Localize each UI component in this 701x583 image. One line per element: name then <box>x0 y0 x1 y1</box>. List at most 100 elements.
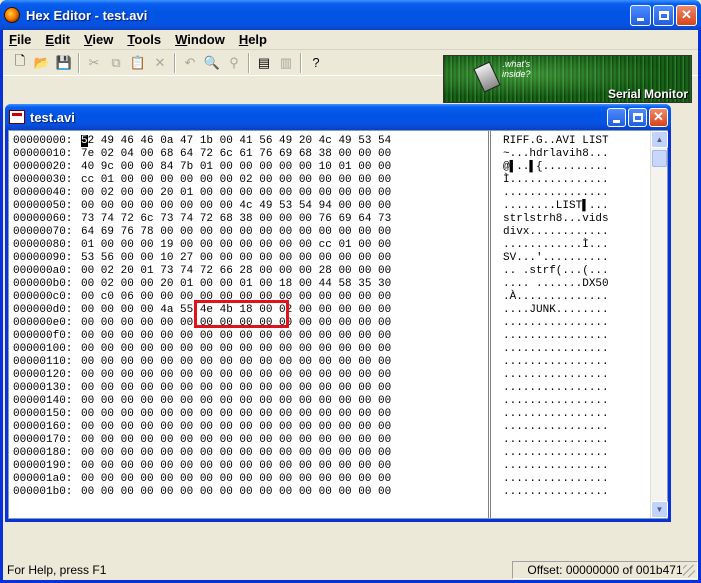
ascii-row[interactable]: ................ <box>503 317 643 330</box>
hex-row[interactable]: 00000040: 00 02 00 00 20 01 00 00 00 00 0… <box>13 187 483 200</box>
hex-row[interactable]: 000001a0: 00 00 00 00 00 00 00 00 00 00 0… <box>13 473 483 486</box>
ascii-row[interactable]: RIFF.G..AVI LIST <box>503 135 643 148</box>
hex-row[interactable]: 00000110: 00 00 00 00 00 00 00 00 00 00 0… <box>13 356 483 369</box>
hex-row[interactable]: 00000190: 00 00 00 00 00 00 00 00 00 00 0… <box>13 460 483 473</box>
hex-row[interactable]: 00000100: 00 00 00 00 00 00 00 00 00 00 0… <box>13 343 483 356</box>
row-hex-bytes[interactable]: 7e 02 04 00 68 64 72 6c 61 76 69 68 38 0… <box>81 148 481 161</box>
hex-row[interactable]: 00000030: cc 01 00 00 00 00 00 00 02 00 0… <box>13 174 483 187</box>
row-hex-bytes[interactable]: 53 56 00 00 10 27 00 00 00 00 00 00 00 0… <box>81 252 481 265</box>
ascii-row[interactable]: ............Ì... <box>503 239 643 252</box>
ascii-row[interactable]: ................ <box>503 369 643 382</box>
document-icon[interactable] <box>9 110 25 124</box>
ascii-row[interactable]: divx............ <box>503 226 643 239</box>
ascii-row[interactable]: .À.............. <box>503 291 643 304</box>
ascii-row[interactable]: ................ <box>503 434 643 447</box>
ascii-row[interactable]: ................ <box>503 486 643 499</box>
row-hex-bytes[interactable]: 00 00 00 00 00 00 00 00 4c 49 53 54 94 0… <box>81 200 481 213</box>
resize-grip[interactable] <box>683 565 695 577</box>
ascii-row[interactable]: ................ <box>503 447 643 460</box>
menu-window[interactable]: Window <box>175 32 225 47</box>
hex-row[interactable]: 000000a0: 00 02 20 01 73 74 72 66 28 00 0… <box>13 265 483 278</box>
hex-row[interactable]: 00000120: 00 00 00 00 00 00 00 00 00 00 0… <box>13 369 483 382</box>
row-hex-bytes[interactable]: 01 00 00 00 19 00 00 00 00 00 00 00 cc 0… <box>81 239 481 252</box>
hex-row[interactable]: 00000090: 53 56 00 00 10 27 00 00 00 00 0… <box>13 252 483 265</box>
ascii-row[interactable]: .... .......DX50 <box>503 278 643 291</box>
menu-tools[interactable]: Tools <box>127 32 161 47</box>
scroll-thumb[interactable] <box>652 150 667 167</box>
ascii-row[interactable]: strlstrh8...vids <box>503 213 643 226</box>
ascii-row[interactable]: ................ <box>503 187 643 200</box>
hex-view[interactable]: 00000000: 52 49 46 46 0a 47 1b 00 41 56 4… <box>8 130 668 519</box>
ascii-row[interactable]: .. .strf(...(... <box>503 265 643 278</box>
row-hex-bytes[interactable]: 00 02 00 00 20 01 00 00 01 00 18 00 44 5… <box>81 278 481 291</box>
undo-button[interactable]: ↶ <box>179 52 201 74</box>
ascii-row[interactable]: ................ <box>503 460 643 473</box>
ascii-row[interactable]: ................ <box>503 473 643 486</box>
row-hex-bytes[interactable]: 00 00 00 00 00 00 00 00 00 00 00 00 00 0… <box>81 395 481 408</box>
row-hex-bytes[interactable]: 73 74 72 6c 73 74 72 68 38 00 00 00 76 6… <box>81 213 481 226</box>
hex-row[interactable]: 000000b0: 00 02 00 00 20 01 00 00 01 00 1… <box>13 278 483 291</box>
new-button[interactable]: 🗋 <box>9 52 31 74</box>
hex-row[interactable]: 00000080: 01 00 00 00 19 00 00 00 00 00 0… <box>13 239 483 252</box>
menu-help[interactable]: Help <box>239 32 267 47</box>
ascii-row[interactable]: ................ <box>503 382 643 395</box>
row-hex-bytes[interactable]: 00 00 00 00 00 00 00 00 00 00 00 00 00 0… <box>81 473 481 486</box>
ascii-row[interactable]: ................ <box>503 395 643 408</box>
ascii-row[interactable]: ................ <box>503 408 643 421</box>
row-hex-bytes[interactable]: 00 00 00 00 00 00 00 00 00 00 00 00 00 0… <box>81 382 481 395</box>
menu-view[interactable]: View <box>84 32 113 47</box>
delete-button[interactable]: ✕ <box>149 52 171 74</box>
ascii-row[interactable]: ~...hdrlavih8... <box>503 148 643 161</box>
row-hex-bytes[interactable]: 00 00 00 00 00 00 00 00 00 00 00 00 00 0… <box>81 421 481 434</box>
row-hex-bytes[interactable]: 00 00 00 00 00 00 00 00 00 00 00 00 00 0… <box>81 486 481 499</box>
row-hex-bytes[interactable]: 00 02 20 01 73 74 72 66 28 00 00 00 28 0… <box>81 265 481 278</box>
ascii-pane[interactable]: RIFF.G..AVI LIST ~...hdrlavih8... @▌..▌{..… <box>503 135 643 509</box>
hex-row[interactable]: 00000140: 00 00 00 00 00 00 00 00 00 00 0… <box>13 395 483 408</box>
hex-row[interactable]: 000000f0: 00 00 00 00 00 00 00 00 00 00 0… <box>13 330 483 343</box>
hex-row[interactable]: 00000020: 40 9c 00 00 84 7b 01 00 00 00 0… <box>13 161 483 174</box>
row-hex-bytes[interactable]: 64 69 76 78 00 00 00 00 00 00 00 00 00 0… <box>81 226 481 239</box>
hex-row[interactable]: 00000010: 7e 02 04 00 68 64 72 6c 61 76 6… <box>13 148 483 161</box>
ascii-row[interactable]: @▌..▌{.......... <box>503 161 643 174</box>
hex-row[interactable]: 00000060: 73 74 72 6c 73 74 72 68 38 00 0… <box>13 213 483 226</box>
doc-minimize-button[interactable] <box>607 107 626 127</box>
hex-row[interactable]: 00000070: 64 69 76 78 00 00 00 00 00 00 0… <box>13 226 483 239</box>
ascii-row[interactable]: ................ <box>503 356 643 369</box>
row-hex-bytes[interactable]: cc 01 00 00 00 00 00 00 02 00 00 00 00 0… <box>81 174 481 187</box>
hex-row[interactable]: 00000000: 52 49 46 46 0a 47 1b 00 41 56 4… <box>13 135 483 148</box>
ascii-row[interactable]: ................ <box>503 330 643 343</box>
menu-edit[interactable]: Edit <box>45 32 70 47</box>
serial-monitor-banner[interactable]: .what's inside? Serial Monitor <box>443 55 692 103</box>
hex-row[interactable]: 00000150: 00 00 00 00 00 00 00 00 00 00 0… <box>13 408 483 421</box>
row-hex-bytes[interactable]: 00 00 00 00 00 00 00 00 00 00 00 00 00 0… <box>81 460 481 473</box>
hex-row[interactable]: 000001b0: 00 00 00 00 00 00 00 00 00 00 0… <box>13 486 483 499</box>
row-hex-bytes[interactable]: 00 02 00 00 20 01 00 00 00 00 00 00 00 0… <box>81 187 481 200</box>
row-hex-bytes[interactable]: 40 9c 00 00 84 7b 01 00 00 00 00 00 10 0… <box>81 161 481 174</box>
cut-button[interactable]: ✂ <box>83 52 105 74</box>
find-button[interactable]: 🔍 <box>201 52 223 74</box>
ascii-row[interactable]: ....JUNK........ <box>503 304 643 317</box>
ascii-row[interactable]: ................ <box>503 343 643 356</box>
ascii-row[interactable]: ................ <box>503 421 643 434</box>
doc-close-button[interactable]: ✕ <box>649 107 668 127</box>
print-button[interactable]: ▥ <box>275 52 297 74</box>
maximize-button[interactable] <box>653 4 674 26</box>
compare-button[interactable]: ▤ <box>253 52 275 74</box>
hex-row[interactable]: 00000180: 00 00 00 00 00 00 00 00 00 00 0… <box>13 447 483 460</box>
row-hex-bytes[interactable]: 00 00 00 00 00 00 00 00 00 00 00 00 00 0… <box>81 447 481 460</box>
hex-row[interactable]: 00000050: 00 00 00 00 00 00 00 00 4c 49 5… <box>13 200 483 213</box>
row-hex-bytes[interactable]: 00 00 00 00 00 00 00 00 00 00 00 00 00 0… <box>81 343 481 356</box>
row-hex-bytes[interactable]: 00 00 00 00 00 00 00 00 00 00 00 00 00 0… <box>81 434 481 447</box>
title-bar[interactable]: Hex Editor - test.avi ✕ <box>0 0 701 30</box>
minimize-button[interactable] <box>630 4 651 26</box>
copy-button[interactable]: ⧉ <box>105 52 127 74</box>
ascii-row[interactable]: ........LIST▌... <box>503 200 643 213</box>
save-button[interactable]: 💾 <box>53 52 75 74</box>
doc-maximize-button[interactable] <box>628 107 647 127</box>
scroll-down-button[interactable]: ▼ <box>651 501 668 518</box>
hex-row[interactable]: 00000170: 00 00 00 00 00 00 00 00 00 00 0… <box>13 434 483 447</box>
paste-button[interactable]: 📋 <box>127 52 149 74</box>
row-hex-bytes[interactable]: 00 00 00 00 00 00 00 00 00 00 00 00 00 0… <box>81 408 481 421</box>
hex-row[interactable]: 00000160: 00 00 00 00 00 00 00 00 00 00 0… <box>13 421 483 434</box>
ascii-row[interactable]: SV...'.......... <box>503 252 643 265</box>
